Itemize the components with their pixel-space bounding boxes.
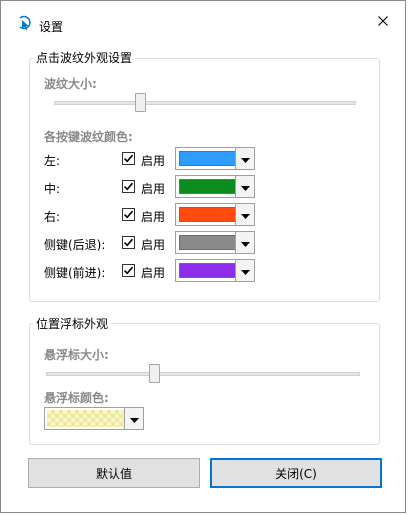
side-forward-color-dropdown[interactable] [175, 259, 255, 282]
chevron-down-icon [240, 208, 250, 222]
chevron-down-icon [240, 152, 250, 166]
marker-size-slider[interactable] [46, 364, 360, 384]
marker-size-slider-track[interactable] [46, 372, 360, 376]
close-button[interactable]: 关闭(C) [210, 458, 382, 488]
ripple-size-slider-thumb[interactable] [135, 93, 146, 112]
chevron-down-icon [240, 236, 250, 250]
ripple-cursor-icon [17, 15, 33, 31]
enable-right-label: 启用 [141, 210, 166, 224]
enable-side-forward-label: 启用 [141, 266, 166, 280]
window-title: 设置 [39, 20, 64, 34]
middle-color-dropdown-arrow[interactable] [235, 176, 254, 197]
row-label-middle: 中: [44, 182, 61, 196]
row-label-side-back: 侧键(后退): [44, 238, 106, 252]
row-label-right: 右: [44, 210, 61, 224]
side-back-color-dropdown-arrow[interactable] [235, 232, 254, 253]
marker-size-slider-thumb[interactable] [149, 364, 160, 383]
left-color-dropdown[interactable] [175, 147, 255, 170]
button-colors-label: 各按键波纹颜色: [44, 130, 133, 144]
enable-side-forward-checkbox[interactable] [122, 264, 135, 277]
side-forward-color-dropdown-arrow[interactable] [235, 260, 254, 281]
row-label-left: 左: [44, 154, 61, 168]
right-color-dropdown-arrow[interactable] [235, 204, 254, 225]
marker-color-dropdown-arrow[interactable] [124, 408, 143, 429]
chevron-down-icon [129, 412, 139, 426]
close-icon [378, 15, 388, 29]
enable-right-checkbox[interactable] [122, 208, 135, 221]
ripple-size-slider-track[interactable] [54, 101, 356, 105]
chevron-down-icon [240, 264, 250, 278]
enable-side-back-label: 启用 [141, 238, 166, 252]
marker-color-dropdown[interactable] [44, 407, 144, 430]
left-color-swatch [179, 151, 236, 166]
ripple-size-label: 波纹大小: [44, 77, 97, 91]
hover-group-title: 位置浮标外观 [33, 315, 112, 332]
side-back-color-dropdown[interactable] [175, 231, 255, 254]
middle-color-dropdown[interactable] [175, 175, 255, 198]
marker-color-label: 悬浮标颜色: [44, 391, 109, 405]
marker-size-label: 悬浮标大小: [44, 348, 109, 362]
left-color-dropdown-arrow[interactable] [235, 148, 254, 169]
row-label-side-forward: 侧键(前进): [44, 266, 106, 280]
right-color-swatch [179, 207, 236, 222]
settings-window: 设置 点击波纹外观设置 波纹大小: 各按键波纹颜色: 左: 启用 中: 启用 右… [0, 0, 406, 513]
right-color-dropdown[interactable] [175, 203, 255, 226]
chevron-down-icon [240, 180, 250, 194]
enable-side-back-checkbox[interactable] [122, 236, 135, 249]
enable-left-label: 启用 [141, 154, 166, 168]
title-bar[interactable]: 设置 [1, 1, 407, 35]
ripple-size-slider[interactable] [54, 93, 356, 113]
marker-color-swatch [47, 410, 125, 427]
enable-middle-checkbox[interactable] [122, 180, 135, 193]
enable-left-checkbox[interactable] [122, 152, 135, 165]
close-window-button[interactable] [367, 9, 399, 35]
ripple-group-title: 点击波纹外观设置 [33, 49, 136, 66]
default-values-button[interactable]: 默认值 [28, 458, 200, 488]
middle-color-swatch [179, 179, 236, 194]
side-back-color-swatch [179, 235, 236, 250]
side-forward-color-swatch [179, 263, 236, 278]
enable-middle-label: 启用 [141, 182, 166, 196]
